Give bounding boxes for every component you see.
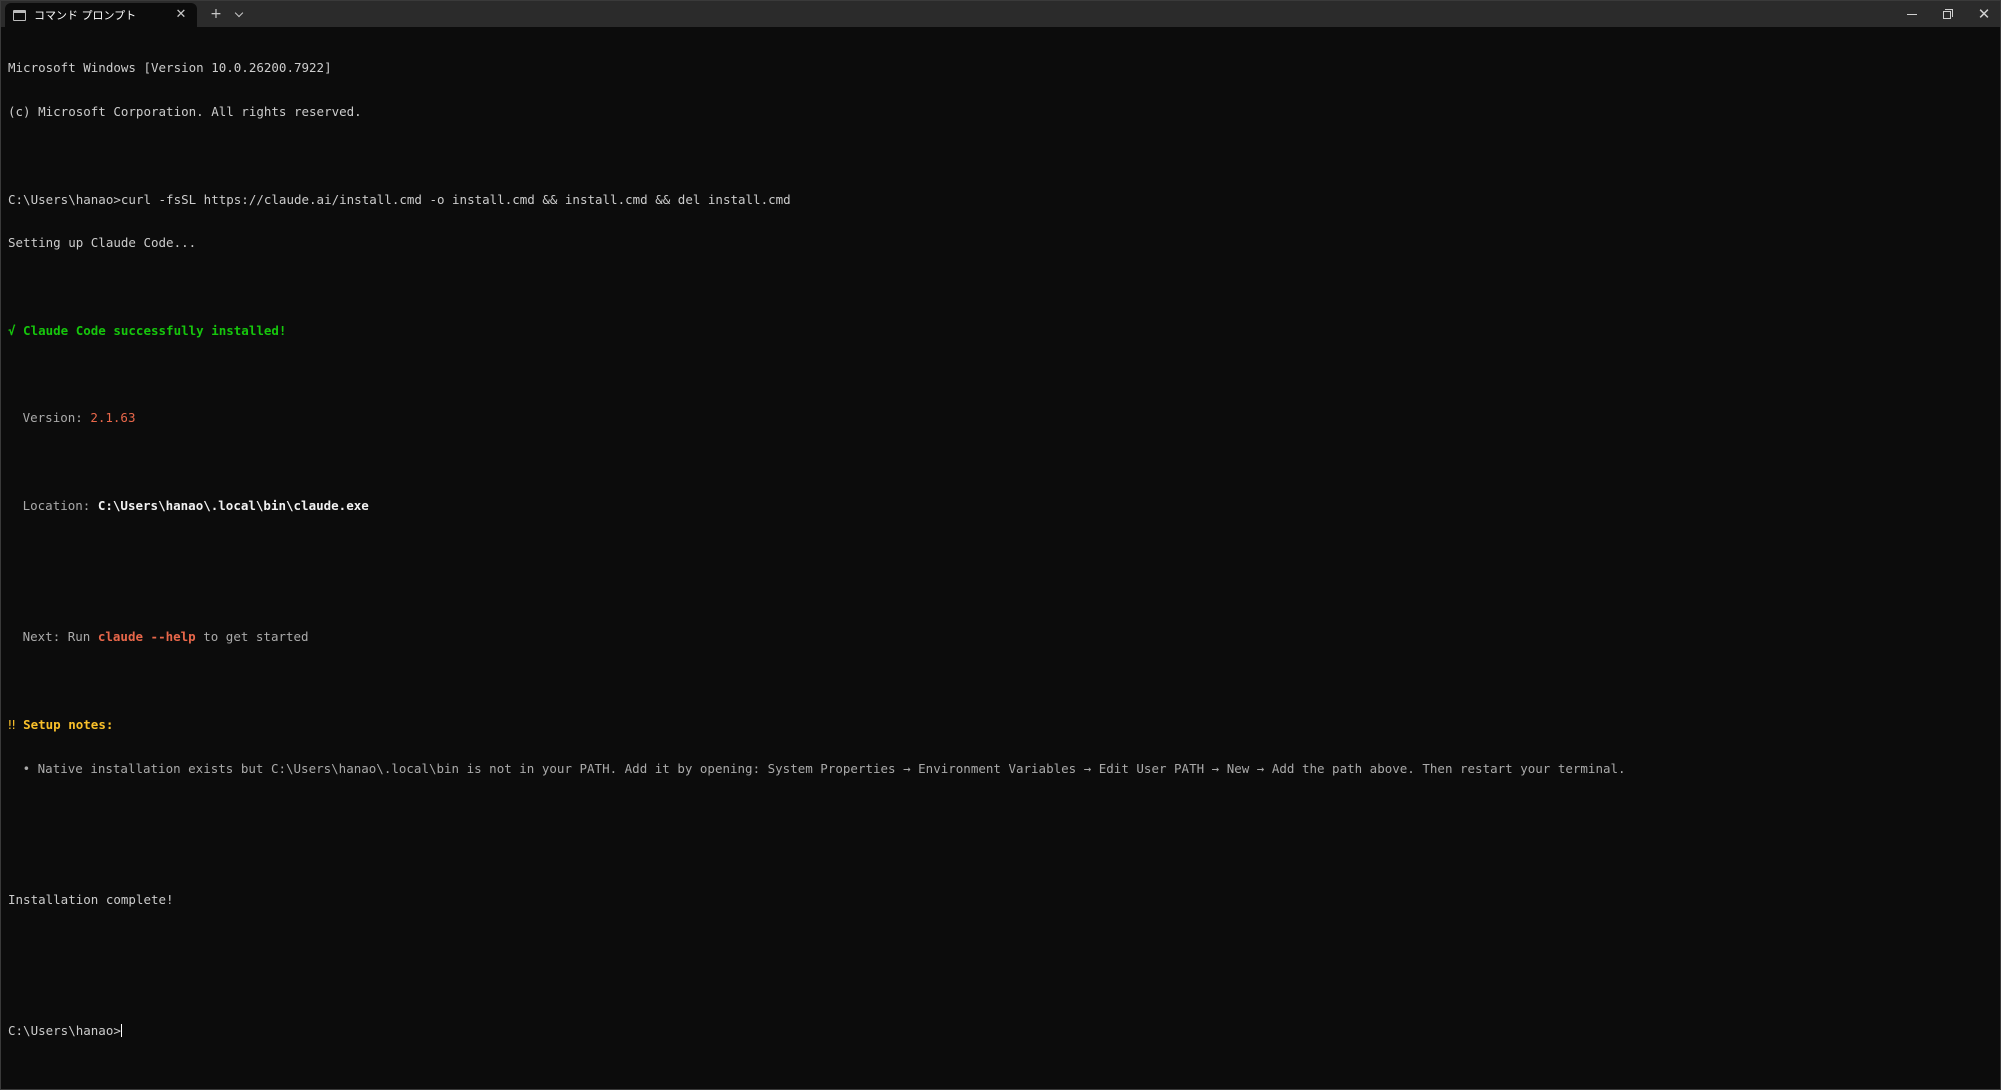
version-label: Version:: [22, 410, 91, 426]
next-suffix: to get started: [195, 629, 309, 645]
terminal-window: コマンド プロンプト ✕ + ✕ Microsoft Windows [Vers…: [0, 0, 2001, 1090]
next-line: Next: Run claude --help to get started: [8, 630, 1993, 645]
prompt-text: C:\Users\hanao>: [8, 191, 121, 207]
minimize-icon: [1907, 13, 1917, 15]
command-text: curl -fsSL https://claude.ai/install.cmd…: [120, 191, 791, 207]
location-label: Location:: [22, 498, 98, 513]
location-value: C:\Users\hanao\.local\bin\claude.exe: [97, 498, 369, 513]
minimize-button[interactable]: [1894, 1, 1930, 27]
banner-line-1: Microsoft Windows [Version 10.0.26200.79…: [8, 60, 332, 76]
setup-line: Setting up Claude Code...: [8, 235, 197, 251]
tab-dropdown-button[interactable]: [229, 4, 249, 24]
version-line: Version: 2.1.63: [8, 411, 1993, 426]
current-prompt-line[interactable]: C:\Users\hanao>: [8, 1024, 1993, 1039]
next-prefix: Next: Run: [22, 629, 98, 645]
next-command: claude --help: [97, 629, 196, 645]
success-line: √ Claude Code successfully installed!: [8, 322, 287, 338]
location-line: Location: C:\Users\hanao\.local\bin\clau…: [8, 498, 1993, 514]
close-icon[interactable]: ✕: [173, 7, 189, 23]
close-window-icon: ✕: [1977, 5, 1991, 23]
setup-note-item: • Native installation exists but C:\User…: [22, 760, 1626, 776]
title-bar[interactable]: コマンド プロンプト ✕ + ✕: [1, 1, 2000, 27]
command-line: C:\Users\hanao>curl -fsSL https://claude…: [8, 191, 1993, 208]
restore-icon: [1943, 9, 1953, 19]
new-tab-button[interactable]: +: [206, 4, 226, 24]
setup-notes-label: Setup notes:: [23, 716, 114, 732]
banner-line-2: (c) Microsoft Corporation. All rights re…: [8, 103, 362, 119]
tab-title: コマンド プロンプト: [34, 9, 137, 22]
setup-notes-line: ‼ Setup notes:: [8, 716, 1993, 733]
chevron-down-icon: [234, 8, 244, 17]
tab-command-prompt[interactable]: コマンド プロンプト ✕: [5, 3, 197, 27]
version-value: 2.1.63: [90, 410, 136, 426]
current-prompt: C:\Users\hanao>: [8, 1023, 121, 1039]
text-cursor: [120, 1024, 122, 1038]
console-output[interactable]: Microsoft Windows [Version 10.0.26200.79…: [8, 32, 1993, 1068]
close-window-button[interactable]: ✕: [1966, 1, 2001, 27]
warning-icon: ‼: [8, 716, 24, 732]
terminal-icon: [13, 9, 26, 21]
complete-line: Installation complete!: [8, 892, 174, 908]
restore-button[interactable]: [1930, 1, 1966, 27]
